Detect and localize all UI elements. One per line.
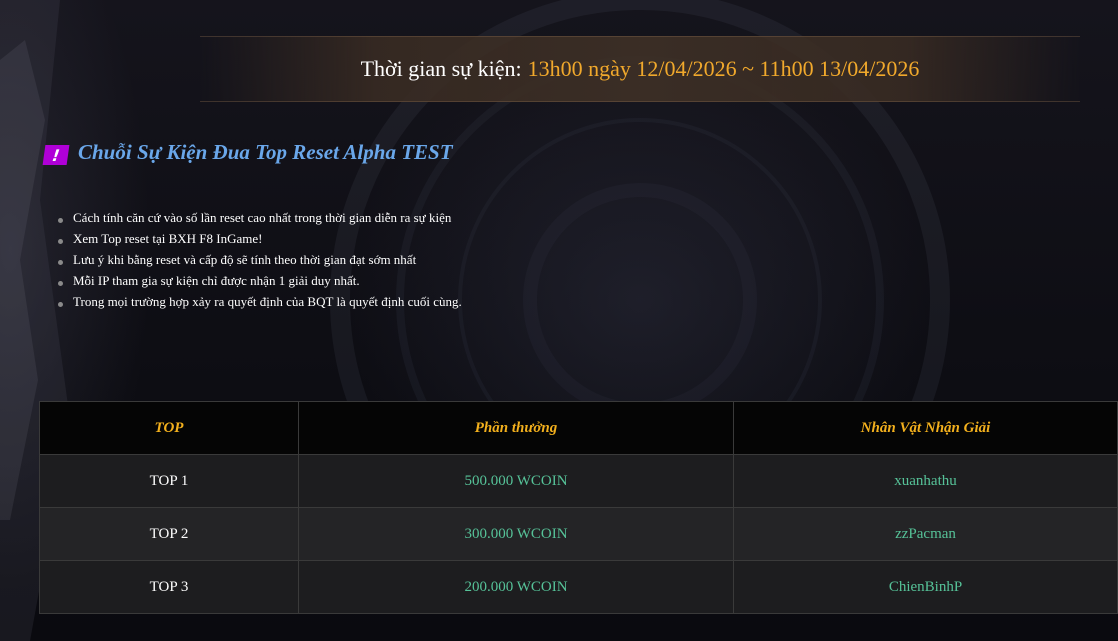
- event-title: Chuỗi Sự Kiện Đua Top Reset Alpha TEST: [78, 140, 453, 164]
- header-winner: Nhân Vật Nhận Giải: [733, 401, 1118, 455]
- winner-cell: ChienBinhP: [733, 560, 1118, 614]
- rule-text: Cách tính căn cứ vào số lần reset cao nh…: [73, 210, 452, 225]
- event-rules-list: Cách tính căn cứ vào số lần reset cao nh…: [58, 207, 462, 312]
- reward-table: TOP Phần thưởng Nhân Vật Nhận Giải TOP 1…: [39, 401, 1118, 614]
- bullet-icon: [58, 218, 63, 223]
- rule-item: Xem Top reset tại BXH F8 InGame!: [58, 228, 462, 249]
- rank-cell: TOP 1: [39, 454, 299, 508]
- rule-text: Trong mọi trường hợp xảy ra quyết định c…: [73, 294, 462, 309]
- bullet-icon: [58, 281, 63, 286]
- rank-cell: TOP 3: [39, 560, 299, 614]
- reward-cell: 300.000 WCOIN: [298, 507, 734, 561]
- header-top: TOP: [39, 401, 299, 455]
- winner-cell: xuanhathu: [733, 454, 1118, 508]
- event-time-value: 13h00 ngày 12/04/2026 ~ 11h00 13/04/2026: [527, 56, 920, 81]
- event-section-heading: ! Chuỗi Sự Kiện Đua Top Reset Alpha TEST: [42, 140, 453, 165]
- rule-text: Lưu ý khi bằng reset và cấp độ sẽ tính t…: [73, 252, 417, 267]
- header-reward: Phần thưởng: [298, 401, 734, 455]
- rule-item: Cách tính căn cứ vào số lần reset cao nh…: [58, 207, 462, 228]
- table-header-row: TOP Phần thưởng Nhân Vật Nhận Giải: [39, 401, 1118, 455]
- rule-item: Lưu ý khi bằng reset và cấp độ sẽ tính t…: [58, 249, 462, 270]
- event-time-label: Thời gian sự kiện:: [360, 56, 522, 81]
- bullet-icon: [58, 302, 63, 307]
- rule-item: Trong mọi trường hợp xảy ra quyết định c…: [58, 291, 462, 312]
- rule-item: Mỗi IP tham gia sự kiện chỉ được nhận 1 …: [58, 270, 462, 291]
- rank-cell: TOP 2: [39, 507, 299, 561]
- winner-cell: zzPacman: [733, 507, 1118, 561]
- table-row: TOP 3 200.000 WCOIN ChienBinhP: [39, 560, 1118, 614]
- rule-text: Xem Top reset tại BXH F8 InGame!: [73, 231, 263, 246]
- reward-cell: 500.000 WCOIN: [298, 454, 734, 508]
- bullet-icon: [58, 260, 63, 265]
- reward-cell: 200.000 WCOIN: [298, 560, 734, 614]
- bullet-icon: [58, 239, 63, 244]
- event-time-banner: Thời gian sự kiện: 13h00 ngày 12/04/2026…: [200, 36, 1080, 102]
- table-row: TOP 1 500.000 WCOIN xuanhathu: [39, 454, 1118, 508]
- rule-text: Mỗi IP tham gia sự kiện chỉ được nhận 1 …: [73, 273, 360, 288]
- exclamation-icon: !: [42, 144, 70, 165]
- table-row: TOP 2 300.000 WCOIN zzPacman: [39, 507, 1118, 561]
